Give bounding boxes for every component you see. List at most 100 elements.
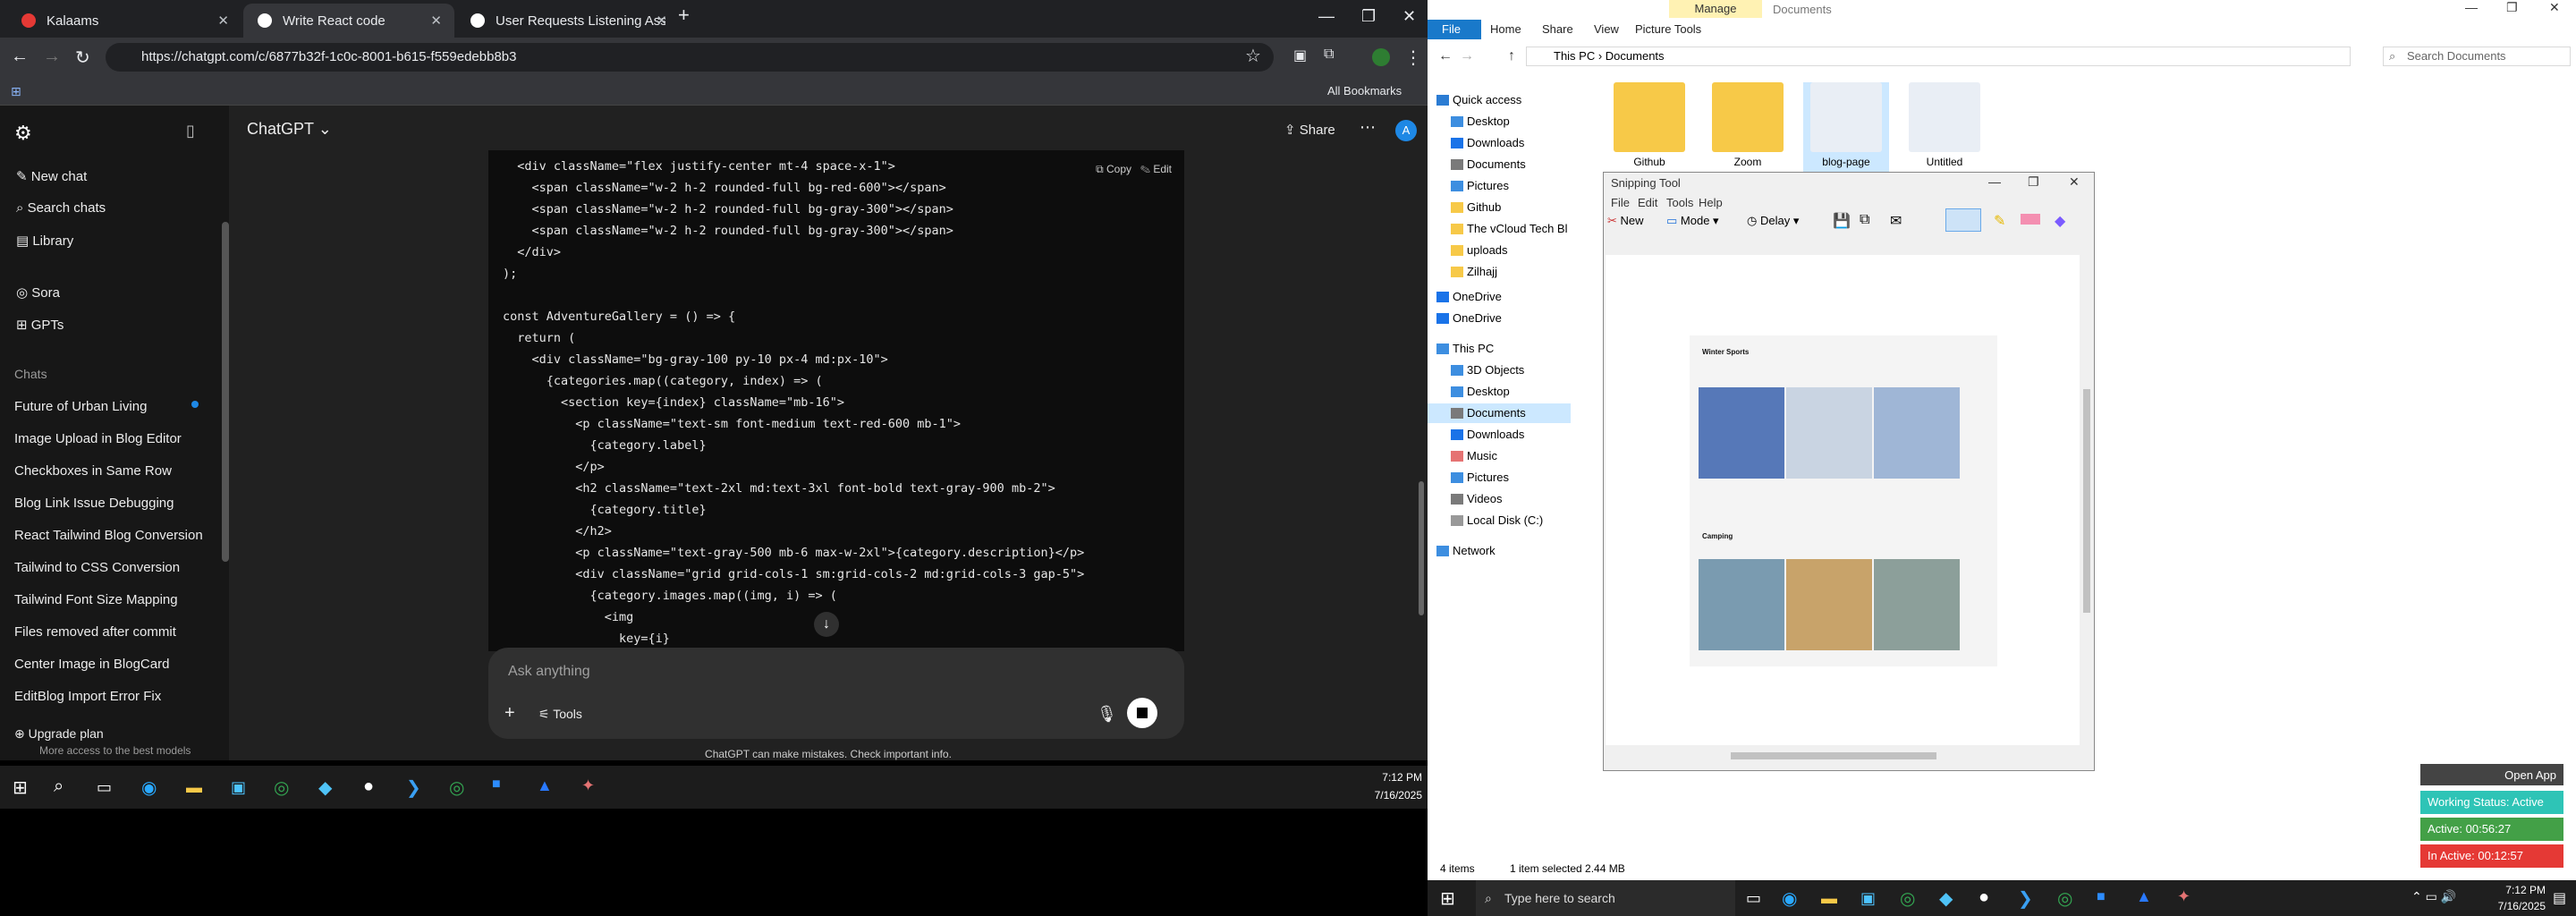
apps-icon[interactable]: ⊞ <box>11 84 21 99</box>
ribbon-tab[interactable]: Picture Tools <box>1635 22 1701 36</box>
snip-menu-item[interactable]: Edit <box>1638 196 1657 209</box>
chat-history-item[interactable]: Blog Link Issue Debugging <box>14 496 174 511</box>
nav-item[interactable]: Desktop <box>1467 114 1510 128</box>
sidebar-item-sora[interactable]: ◎ Sora <box>16 284 60 301</box>
chrome-icon-2[interactable]: ◎ <box>449 776 464 799</box>
scroll-thumb[interactable] <box>1731 752 1936 759</box>
chat-history-item[interactable]: Image Upload in Blog Editor <box>14 431 182 446</box>
github-icon[interactable]: ● <box>363 776 374 797</box>
file-explorer-icon[interactable]: ▬ <box>186 778 202 797</box>
photos-icon[interactable]: ▲ <box>537 776 553 795</box>
maximize-icon[interactable]: ❐ <box>2506 0 2518 15</box>
snip-new-button[interactable]: ✂ New <box>1607 214 1644 228</box>
folder-item[interactable]: Untitled <box>1902 82 1987 172</box>
photos-icon[interactable]: ▲ <box>2136 887 2152 906</box>
nav-item[interactable]: Downloads <box>1467 428 1524 441</box>
nav-item[interactable]: Music <box>1467 449 1497 462</box>
vscode-icon[interactable]: ❯ <box>406 776 421 799</box>
main-scrollbar[interactable] <box>1419 481 1424 615</box>
snip-menu-item[interactable]: File <box>1611 196 1630 209</box>
nav-item[interactable]: Github <box>1467 200 1501 214</box>
highlighter-icon[interactable]: ✎ <box>1994 212 2005 230</box>
edge-icon[interactable]: ◉ <box>141 776 157 799</box>
nav-item[interactable]: Videos <box>1467 492 1503 505</box>
vscode-icon[interactable]: ❯ <box>2018 887 2033 910</box>
file-explorer-icon[interactable]: ▬ <box>1821 889 1837 908</box>
chat-history-item[interactable]: EditBlog Import Error Fix <box>14 689 161 704</box>
back-icon[interactable]: ← <box>11 47 29 67</box>
reload-icon[interactable]: ↻ <box>75 47 90 69</box>
plus-icon[interactable]: + <box>504 703 515 724</box>
chat-history-item[interactable]: Files removed after commit <box>14 624 176 640</box>
more-icon[interactable]: ⋯ <box>1360 118 1376 137</box>
app-icon[interactable]: ◆ <box>318 776 332 799</box>
copy-button[interactable]: ⧉ Copy <box>1096 163 1131 175</box>
manage-tab[interactable]: Manage <box>1669 0 1762 18</box>
nav-item[interactable]: Local Disk (C:) <box>1467 513 1543 527</box>
chrome-icon[interactable]: ◎ <box>1900 887 1915 910</box>
paint3d-icon[interactable]: ◆ <box>2055 212 2065 230</box>
close-icon[interactable]: ✕ <box>656 13 667 29</box>
nav-item[interactable]: Downloads <box>1467 136 1524 149</box>
nav-item[interactable]: uploads <box>1467 243 1508 257</box>
zoom-icon[interactable]: ■ <box>2097 889 2106 905</box>
nav-item[interactable]: Desktop <box>1467 385 1510 398</box>
tab-write-react-code[interactable]: Write React code ✕ <box>243 4 454 38</box>
snip-mode-button[interactable]: ▭ Mode ▾ <box>1666 214 1719 228</box>
maximize-icon[interactable]: ❐ <box>2028 174 2039 190</box>
nav-item[interactable]: OneDrive <box>1453 290 1502 303</box>
app-icon[interactable]: ◆ <box>1939 887 1953 910</box>
forward-icon[interactable]: → <box>43 47 61 67</box>
edit-button[interactable]: ✎ Edit <box>1140 163 1172 175</box>
explorer-breadcrumb[interactable]: This PC › Documents <box>1526 47 2351 66</box>
new-tab-button[interactable]: + <box>678 4 690 27</box>
back-icon[interactable]: ← <box>1438 48 1453 64</box>
up-icon[interactable]: ↑ <box>1508 48 1515 64</box>
minimize-icon[interactable]: — <box>2465 0 2478 14</box>
sidebar-item-new-chat[interactable]: ✎ New chat <box>16 168 87 184</box>
folder-item[interactable]: Github <box>1606 82 1692 172</box>
maximize-icon[interactable]: ❐ <box>1361 7 1376 26</box>
zoom-icon[interactable]: ■ <box>492 776 501 793</box>
github-icon[interactable]: ● <box>1979 887 1989 908</box>
chat-history-item[interactable]: Center Image in BlogCard <box>14 657 169 672</box>
store-icon[interactable]: ▣ <box>1860 889 1876 908</box>
chrome-icon[interactable]: ◎ <box>274 776 289 799</box>
nav-item[interactable]: OneDrive <box>1453 311 1502 325</box>
app-tray-icon[interactable]: ✦ <box>2177 887 2190 906</box>
app-tray-icon[interactable]: ✦ <box>581 776 595 795</box>
nav-item[interactable]: Pictures <box>1467 471 1509 484</box>
chat-history-item[interactable]: Future of Urban Living <box>14 399 147 414</box>
stop-button[interactable] <box>1127 698 1157 728</box>
chat-history-item[interactable]: React Tailwind Blog Conversion <box>14 528 203 543</box>
windows-start-icon[interactable]: ⊞ <box>13 776 28 799</box>
tray-icons[interactable]: ⌃ ▭ 🔊 <box>2411 889 2456 904</box>
avatar[interactable]: A <box>1395 120 1417 141</box>
edge-icon[interactable]: ◉ <box>1782 887 1797 910</box>
tab-kalaams[interactable]: Kalaams ✕ <box>7 4 242 38</box>
sidebar-item-library[interactable]: ▤ Library <box>16 233 73 249</box>
nav-item[interactable]: Documents <box>1467 406 1526 420</box>
snip-vscrollbar[interactable] <box>2081 255 2092 745</box>
all-bookmarks[interactable]: All Bookmarks <box>1327 84 1402 98</box>
save-icon[interactable]: 💾 <box>1833 212 1851 230</box>
pen-tool[interactable] <box>1945 208 1981 232</box>
crumb[interactable]: This PC <box>1554 49 1595 63</box>
nav-item[interactable]: The vCloud Tech Bl <box>1467 222 1568 235</box>
snip-menu-item[interactable]: Tools <box>1666 196 1693 209</box>
windows-start-icon[interactable]: ⊞ <box>1440 887 1455 910</box>
close-icon[interactable]: ✕ <box>217 13 229 29</box>
snip-delay-button[interactable]: ◷ Delay ▾ <box>1747 214 1799 228</box>
snip-hscrollbar[interactable] <box>1606 751 2080 761</box>
openai-logo-icon[interactable]: ⚙ <box>14 122 32 145</box>
folder-item[interactable]: blog-page <box>1803 82 1889 172</box>
task-view-icon[interactable]: ▭ <box>97 778 112 797</box>
close-icon[interactable]: ✕ <box>2549 0 2560 15</box>
address-bar[interactable]: https://chatgpt.com/c/6877b32f-1c0c-8001… <box>106 43 1274 72</box>
sidebar-item-gpts[interactable]: ⊞ GPTs <box>16 317 64 333</box>
send-icon[interactable]: ✉ <box>1890 212 1902 230</box>
chrome-icon-2[interactable]: ◎ <box>2057 887 2072 910</box>
ribbon-tab[interactable]: View <box>1594 22 1619 36</box>
scroll-down-icon[interactable]: ↓ <box>814 612 839 637</box>
minimize-icon[interactable]: — <box>1318 7 1335 26</box>
